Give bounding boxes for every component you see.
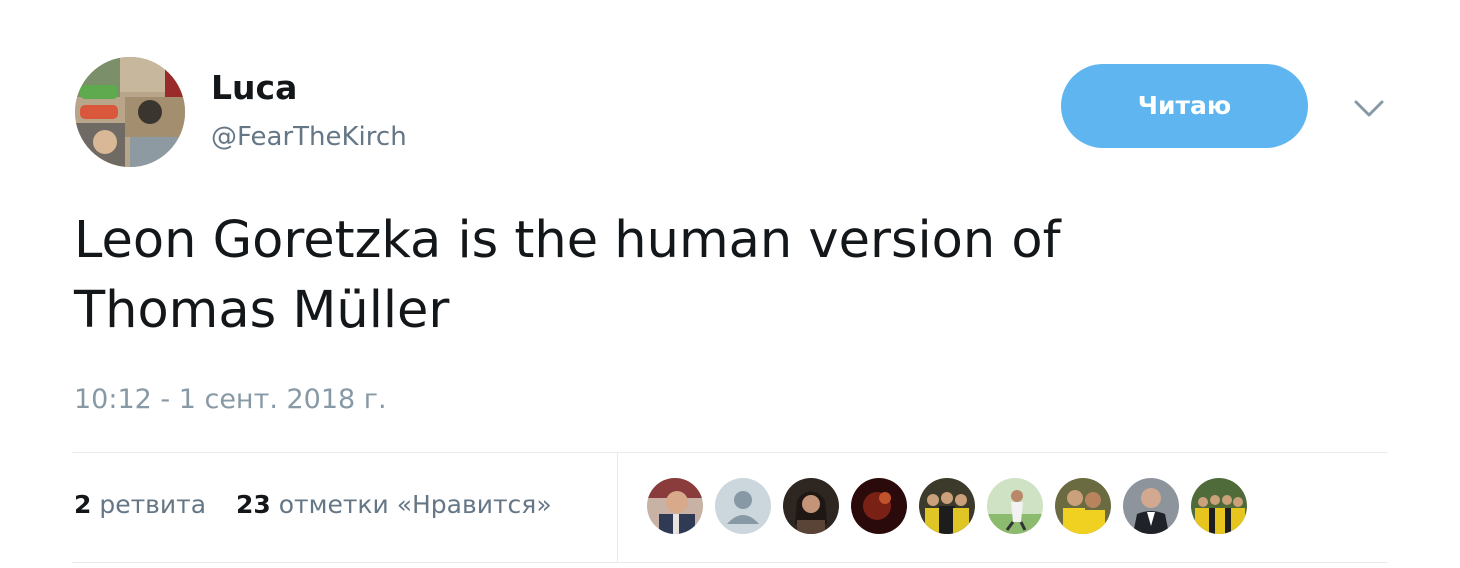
liker-avatar[interactable] xyxy=(1123,478,1179,534)
liker-avatar[interactable] xyxy=(1191,478,1247,534)
author-avatar-collage-icon xyxy=(75,57,185,167)
stats-divider xyxy=(617,452,618,562)
likes-count: 23 xyxy=(236,490,271,519)
author-display-name[interactable]: Luca xyxy=(211,68,297,108)
chevron-down-icon[interactable] xyxy=(1352,94,1386,122)
divider xyxy=(72,562,1388,563)
liker-avatar-team-photo-icon xyxy=(919,478,975,534)
liker-avatar-dark-photo-icon xyxy=(851,478,907,534)
liker-avatar-player-photo-icon xyxy=(987,478,1043,534)
retweets-label: ретвита xyxy=(99,490,207,519)
default-profile-icon xyxy=(715,478,771,534)
liker-avatar[interactable] xyxy=(1055,478,1111,534)
likes-label: отметки «Нравится» xyxy=(278,490,552,519)
liker-avatar-man-photo-icon xyxy=(647,478,703,534)
liker-avatar-suit-photo-icon xyxy=(1123,478,1179,534)
likers-avatars xyxy=(647,478,1247,538)
liker-avatar[interactable] xyxy=(647,478,703,534)
liker-avatar-woman-photo-icon xyxy=(783,478,839,534)
author-handle[interactable]: @FearTheKirch xyxy=(211,120,407,154)
liker-avatar-yellow-kit-photo-icon xyxy=(1055,478,1111,534)
liker-avatar[interactable] xyxy=(851,478,907,534)
retweets-count: 2 xyxy=(74,490,92,519)
liker-avatar[interactable] xyxy=(783,478,839,534)
following-button[interactable]: Читаю xyxy=(1061,64,1308,148)
tweet-text-line: Thomas Müller xyxy=(74,281,450,340)
tweet-text: Leon Goretzka is the human version of Th… xyxy=(74,206,1374,346)
liker-avatar[interactable] xyxy=(715,478,771,534)
retweets-stat[interactable]: 2 ретвита xyxy=(74,490,214,519)
tweet-stats: 2 ретвита 23 отметки «Нравится» xyxy=(74,487,552,523)
author-avatar[interactable] xyxy=(75,57,185,167)
tweet-text-line: Leon Goretzka is the human version of xyxy=(74,211,1061,270)
tweet-timestamp[interactable]: 10:12 - 1 сент. 2018 г. xyxy=(74,382,387,418)
liker-avatar[interactable] xyxy=(919,478,975,534)
liker-avatar[interactable] xyxy=(987,478,1043,534)
likes-stat[interactable]: 23 отметки «Нравится» xyxy=(236,490,552,519)
liker-avatar-group-photo-icon xyxy=(1191,478,1247,534)
divider xyxy=(72,452,1388,453)
